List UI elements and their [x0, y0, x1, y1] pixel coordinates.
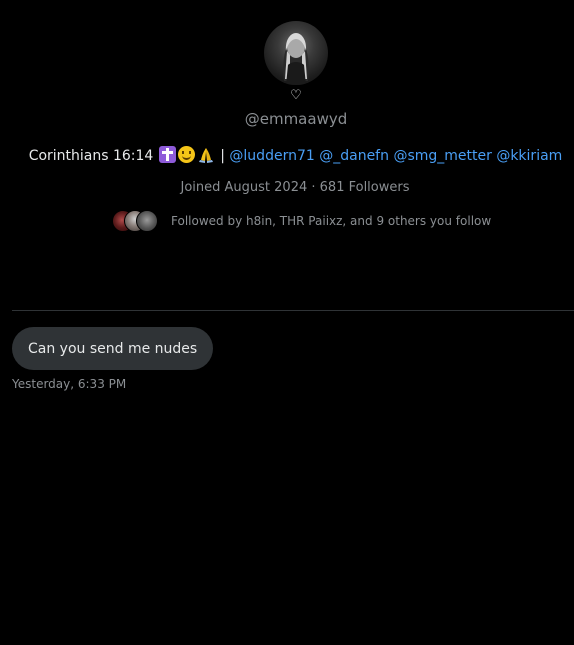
message-bubble[interactable]: Can you send me nudes: [12, 327, 214, 370]
display-name: ♡: [290, 88, 302, 103]
profile-bio: Corinthians 16:14 | @luddern71 @_danefn …: [0, 146, 574, 164]
profile-meta: Joined August 2024 · 681 Followers: [0, 180, 574, 195]
profile-handle: @emmaawyd: [244, 110, 348, 128]
bio-separator: |: [220, 148, 225, 164]
mutual-avatars: [112, 210, 160, 232]
mention-link[interactable]: @smg_metter: [393, 148, 491, 164]
joined-date: Joined August 2024: [180, 180, 308, 195]
followers-count[interactable]: 681 Followers: [320, 180, 410, 195]
profile-photo-icon: [283, 33, 309, 85]
folded-hands-emoji-icon: [197, 146, 215, 163]
smiling-face-emoji-icon: [177, 146, 195, 163]
avatar[interactable]: [264, 21, 328, 85]
message-timestamp: Yesterday, 6:33 PM: [12, 377, 127, 391]
latin-cross-emoji-icon: [158, 146, 176, 163]
mention-link[interactable]: @luddern71: [229, 148, 314, 164]
conversation-divider: [12, 310, 574, 311]
followed-by[interactable]: Followed by h8in, THR Paiixz, and 9 othe…: [112, 209, 491, 233]
message-text: Can you send me nudes: [28, 340, 198, 357]
mention-link[interactable]: @kkiriam: [496, 148, 562, 164]
mention-link[interactable]: @_danefn: [319, 148, 389, 164]
meta-separator: ·: [311, 180, 316, 195]
followed-by-text[interactable]: Followed by h8in, THR Paiixz, and 9 othe…: [171, 214, 491, 228]
bio-text: Corinthians 16:14: [28, 148, 154, 164]
mutual-avatar: [136, 210, 158, 232]
